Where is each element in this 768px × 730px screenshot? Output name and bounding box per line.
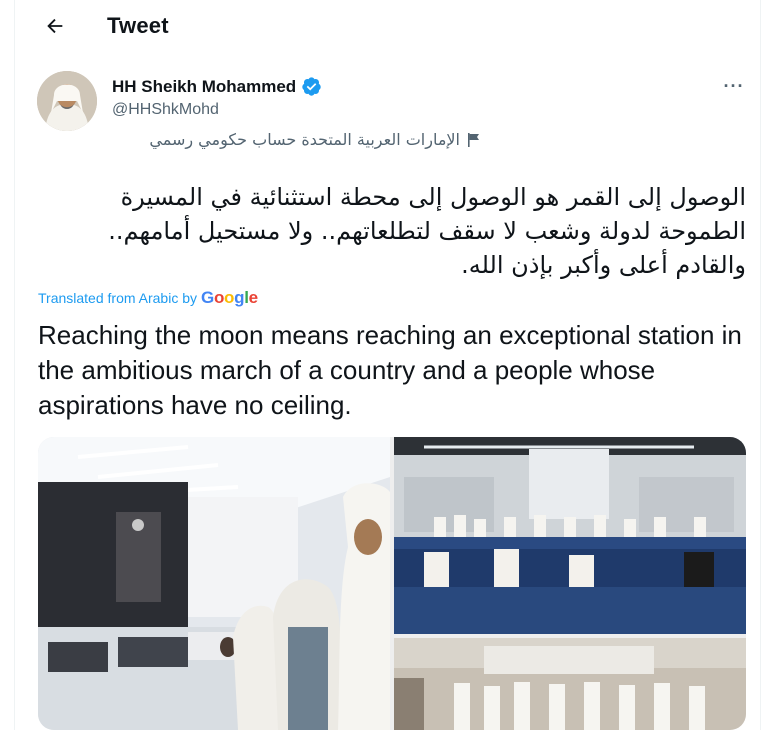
avatar[interactable] xyxy=(37,71,97,131)
back-button[interactable] xyxy=(35,6,75,46)
page-header: Tweet xyxy=(15,0,760,52)
column-border-right xyxy=(760,0,761,730)
government-account-label: الإمارات العربية المتحدة حساب حكومي رسمي xyxy=(112,130,482,149)
google-logo: Google xyxy=(201,288,258,307)
more-button[interactable]: ··· xyxy=(722,76,746,96)
page-title: Tweet xyxy=(107,13,169,38)
arrow-left-icon xyxy=(47,18,63,34)
media-photo-group[interactable] xyxy=(394,638,746,730)
column-border-left xyxy=(14,0,15,730)
media-photo-control-room[interactable] xyxy=(38,437,390,730)
translation-attribution[interactable]: Translated from Arabic by Google xyxy=(38,288,258,308)
verified-badge-icon xyxy=(302,77,321,96)
translation-label: Translated from Arabic by xyxy=(38,290,197,306)
author-handle[interactable]: @HHShkMohd xyxy=(112,101,219,119)
government-label-text: الإمارات العربية المتحدة حساب حكومي رسمي xyxy=(149,130,460,149)
tweet-media-grid xyxy=(38,437,746,730)
tweet-text-translated: Reaching the moon means reaching an exce… xyxy=(38,320,742,420)
author-display-name[interactable]: HH Sheikh Mohammed xyxy=(112,77,296,97)
more-dots-icon: ··· xyxy=(723,75,745,96)
tweet-text-original: الوصول إلى القمر هو الوصول إلى محطة استث… xyxy=(108,183,746,279)
author-name-row: HH Sheikh Mohammed xyxy=(112,76,322,97)
media-photo-team[interactable] xyxy=(394,437,746,634)
flag-icon xyxy=(468,132,479,147)
